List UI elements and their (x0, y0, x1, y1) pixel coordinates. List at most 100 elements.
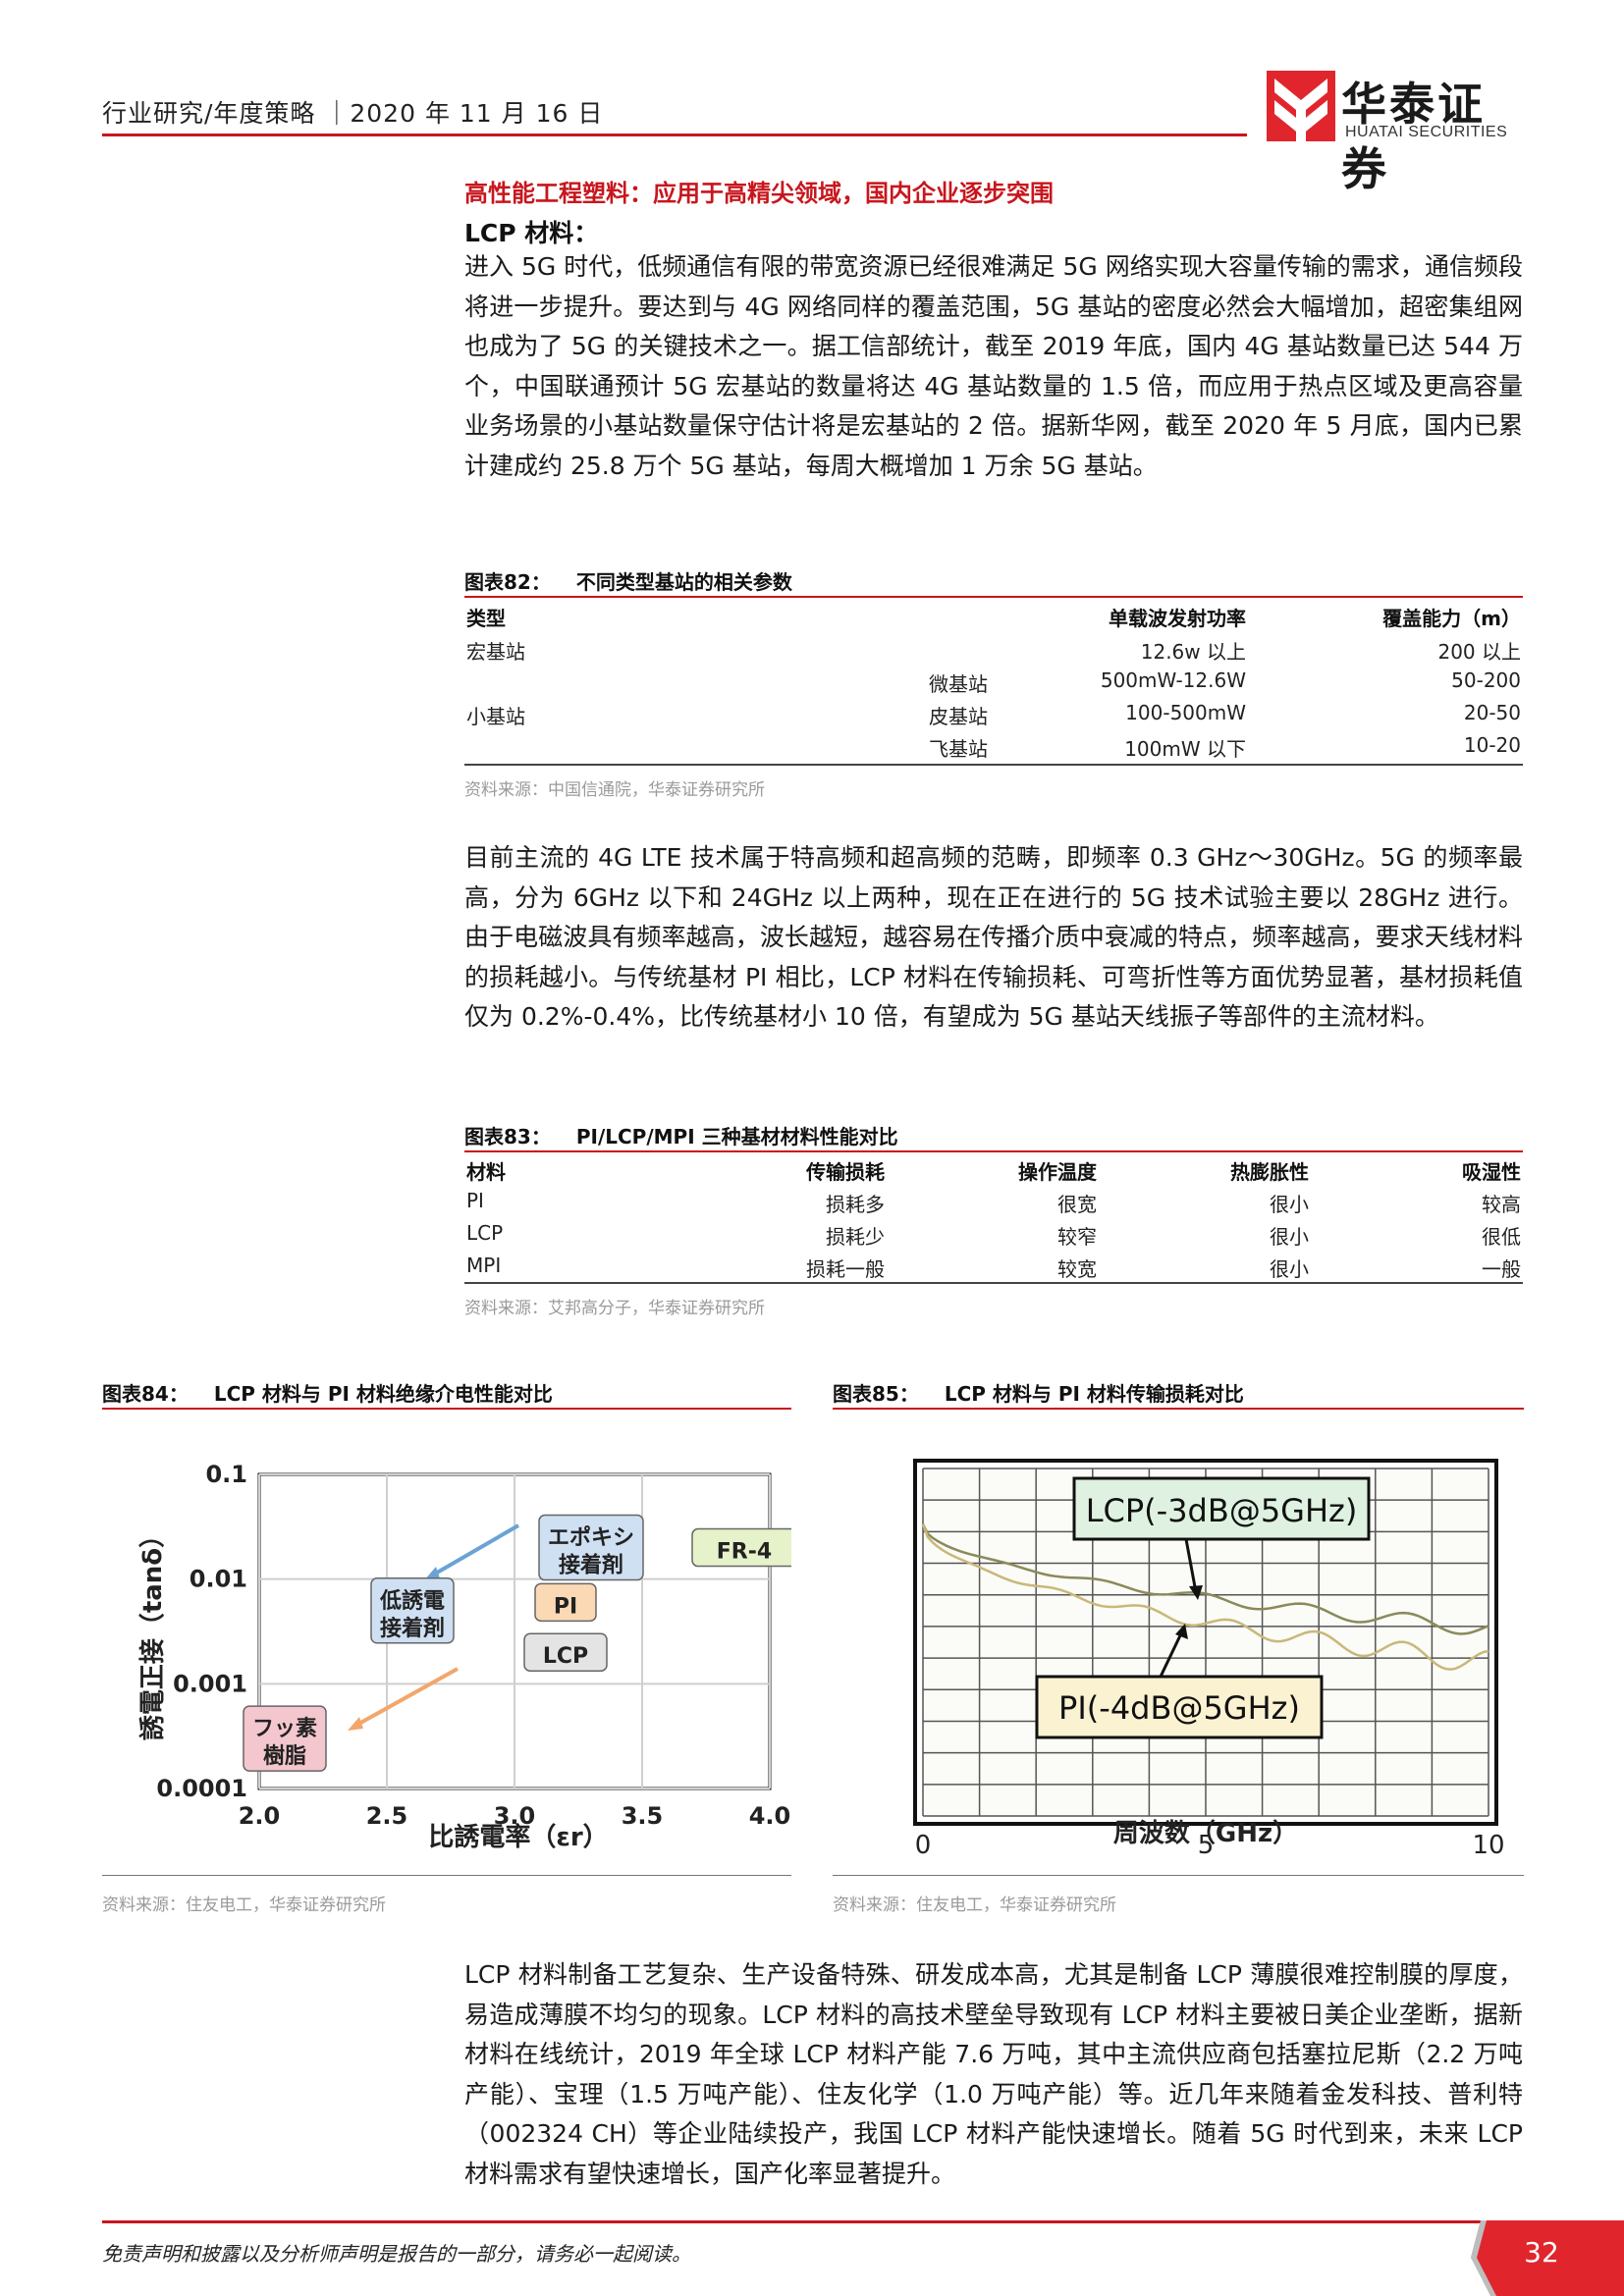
table-82-cell: 50-200 (1451, 668, 1521, 692)
page-number: 32 (1524, 2236, 1559, 2269)
x-tick-label: 0 (915, 1831, 932, 1860)
figure-84-caption: LCP 材料与 PI 材料绝缘介电性能对比 (213, 1382, 553, 1406)
table-82-caption: 不同类型基站的相关参数 (575, 570, 792, 594)
table-83-cell: 很小 (1270, 1257, 1309, 1281)
section-title: 高性能工程塑料：应用于高精尖领域，国内企业逐步突围 (464, 180, 1054, 207)
figure-85-bottom-rule (833, 1875, 1524, 1876)
table-82-cell: 20-50 (1463, 701, 1521, 724)
data-label: フッ素 (252, 1716, 317, 1741)
table-83-title: 图表83： PI/LCP/MPI 三种基材材料性能对比 (464, 1121, 1523, 1149)
table-83-cell: 较高 (1482, 1193, 1521, 1216)
table-82-top-rule (464, 596, 1523, 598)
table-82-number: 图表82： (464, 570, 551, 594)
x-axis-label: 比誘電率（εr） (428, 1822, 608, 1852)
y-tick-label: 0.0001 (156, 1775, 247, 1802)
data-label: LCP (543, 1644, 588, 1669)
table-83-header-loss: 传输损耗 (806, 1160, 885, 1184)
figure-84-top-rule (102, 1408, 791, 1410)
y-tick-label: 0.001 (173, 1670, 247, 1697)
table-82-cell: 皮基站 (929, 705, 988, 728)
table-83-cell: LCP (466, 1221, 504, 1245)
transmission-loss-chart: LCP(-3dB@5GHz) PI(-4dB@5GHz) 0 5 10 周波数（GH… (913, 1459, 1505, 1860)
table-83-cell: 较宽 (1057, 1257, 1097, 1281)
x-tick-label: 3.5 (622, 1802, 664, 1830)
table-82-bottom-rule (464, 764, 1523, 766)
table-82-title: 图表82： 不同类型基站的相关参数 (464, 566, 1523, 595)
table-82-cell: 宏基站 (466, 640, 525, 664)
y-tick-label: 0.01 (189, 1566, 247, 1593)
data-label: 接着剤 (380, 1616, 445, 1641)
x-tick-label: 2.5 (366, 1802, 408, 1830)
paragraph-frequency: 目前主流的 4G LTE 技术属于特高频和超高频的范畴，即频率 0.3 GHz～… (464, 843, 1523, 1031)
table-83-cell: 损耗多 (826, 1193, 885, 1216)
table-83-header-temp: 操作温度 (1018, 1160, 1097, 1184)
table-82-header-power: 单载波发射功率 (1109, 607, 1246, 630)
x-axis-label: 周波数（GHz） (1113, 1819, 1298, 1848)
y-tick-label: 0.1 (205, 1461, 247, 1488)
subsection-title: LCP 材料： (464, 219, 599, 247)
table-82-cell: 100-500mW (1125, 701, 1246, 724)
footer-divider (102, 2220, 1526, 2223)
table-83-number: 图表83： (464, 1125, 551, 1148)
table-82-cell: 小基站 (466, 705, 525, 728)
table-83-cell: 损耗一般 (806, 1257, 885, 1281)
table-83-top-rule (464, 1150, 1523, 1152)
table-82-source: 资料来源：中国信通院，华泰证券研究所 (464, 780, 765, 800)
table-82-cell: 微基站 (929, 672, 988, 696)
x-tick-label: 4.0 (749, 1802, 791, 1830)
report-header: 行业研究/年度策略 ｜2020 年 11 月 16 日 (102, 99, 604, 128)
x-tick-label: 2.0 (239, 1802, 281, 1830)
table-83-cell: 很宽 (1057, 1193, 1097, 1216)
figure-84-title: 图表84： LCP 材料与 PI 材料绝缘介电性能对比 (102, 1378, 553, 1407)
figure-84-bottom-rule (102, 1875, 791, 1876)
table-83-caption: PI/LCP/MPI 三种基材材料性能对比 (575, 1125, 898, 1148)
header-divider (102, 133, 1247, 136)
data-label: エポキシ (548, 1525, 634, 1551)
table-83-cell: PI (466, 1189, 484, 1212)
table-83: 材料 传输损耗 操作温度 热膨胀性 吸湿性 PI 损耗多 很宽 很小 较高 LC… (464, 1154, 1523, 1281)
figure-85-top-rule (833, 1408, 1524, 1410)
table-83-cell: 很低 (1482, 1225, 1521, 1249)
table-82-header-type: 类型 (466, 607, 506, 630)
table-82-cell: 200 以上 (1437, 640, 1521, 664)
dielectric-scatter-chart: 2.0 2.5 3.0 3.5 4.0 0.10.010.0010.0001 フッ素樹脂… (138, 1461, 797, 1852)
figure-84-source: 资料来源：住友电工，华泰证券研究所 (102, 1896, 386, 1915)
x-tick-label: 10 (1472, 1831, 1504, 1860)
logo-english-text: HUATAI SECURITIES (1345, 124, 1508, 140)
figure-84-chart: 2.0 2.5 3.0 3.5 4.0 0.1 0.01 0.001 0.0001 フッ素 樹脂… (102, 1414, 797, 1875)
data-label: 接着剤 (559, 1553, 623, 1578)
paragraph-lcp-market: LCP 材料制备工艺复杂、生产设备特殊、研发成本高，尤其是制备 LCP 薄膜很难… (464, 1960, 1523, 2188)
paragraph-5g-intro: 进入 5G 时代，低频通信有限的带宽资源已经很难满足 5G 网络实现大容量传输的… (464, 252, 1523, 480)
huatai-logo-icon (1267, 71, 1335, 141)
table-83-header-material: 材料 (466, 1160, 506, 1184)
y-axis-ticks: 0.1 0.01 0.001 0.0001 (156, 1461, 247, 1802)
table-83-cell: 很小 (1270, 1225, 1309, 1249)
table-82-cell: 10-20 (1463, 733, 1521, 757)
lcp-callout-label: LCP(-3dB@5GHz) (1086, 1492, 1358, 1529)
table-83-cell: 很小 (1270, 1193, 1309, 1216)
figure-85-title: 图表85： LCP 材料与 PI 材料传输损耗对比 (833, 1378, 1244, 1407)
table-83-header-moisture: 吸湿性 (1462, 1160, 1521, 1184)
footer-disclaimer[interactable]: 免责声明和披露以及分析师声明是报告的一部分，请务必一起阅读。 (102, 2238, 691, 2267)
table-83-bottom-rule (464, 1282, 1523, 1284)
y-axis-label: 誘電正接（tanδ） (138, 1522, 168, 1740)
figure-84-number: 图表84： (102, 1382, 189, 1406)
figure-85-chart: LCP(-3dB@5GHz) PI(-4dB@5GHz) 0 5 10 周波数（GH… (833, 1414, 1524, 1875)
table-82-cell: 飞基站 (929, 737, 988, 761)
figure-85-number: 图表85： (833, 1382, 919, 1406)
table-82-cell: 500mW-12.6W (1100, 668, 1246, 692)
table-82-cell: 12.6w 以上 (1140, 640, 1246, 664)
table-83-cell: 损耗少 (826, 1225, 885, 1249)
table-83-cell: 一般 (1482, 1257, 1521, 1281)
figure-85-caption: LCP 材料与 PI 材料传输损耗对比 (944, 1382, 1244, 1406)
table-82-header-cover: 覆盖能力（m） (1382, 607, 1521, 630)
pi-callout-label: PI(-4dB@5GHz) (1058, 1689, 1300, 1727)
data-label: PI (554, 1594, 577, 1619)
brand-logo: 华泰证券 HUATAI SECURITIES (1267, 69, 1532, 195)
table-83-source: 资料来源：艾邦高分子，华泰证券研究所 (464, 1299, 765, 1318)
data-label: 樹脂 (263, 1743, 306, 1769)
table-82: 类型 单载波发射功率 覆盖能力（m） 宏基站 12.6w 以上 200 以上 微… (464, 601, 1523, 764)
figure-85-source: 资料来源：住友电工，华泰证券研究所 (833, 1896, 1116, 1915)
table-83-header-expansion: 热膨胀性 (1230, 1160, 1309, 1184)
data-label: FR-4 (717, 1540, 772, 1565)
